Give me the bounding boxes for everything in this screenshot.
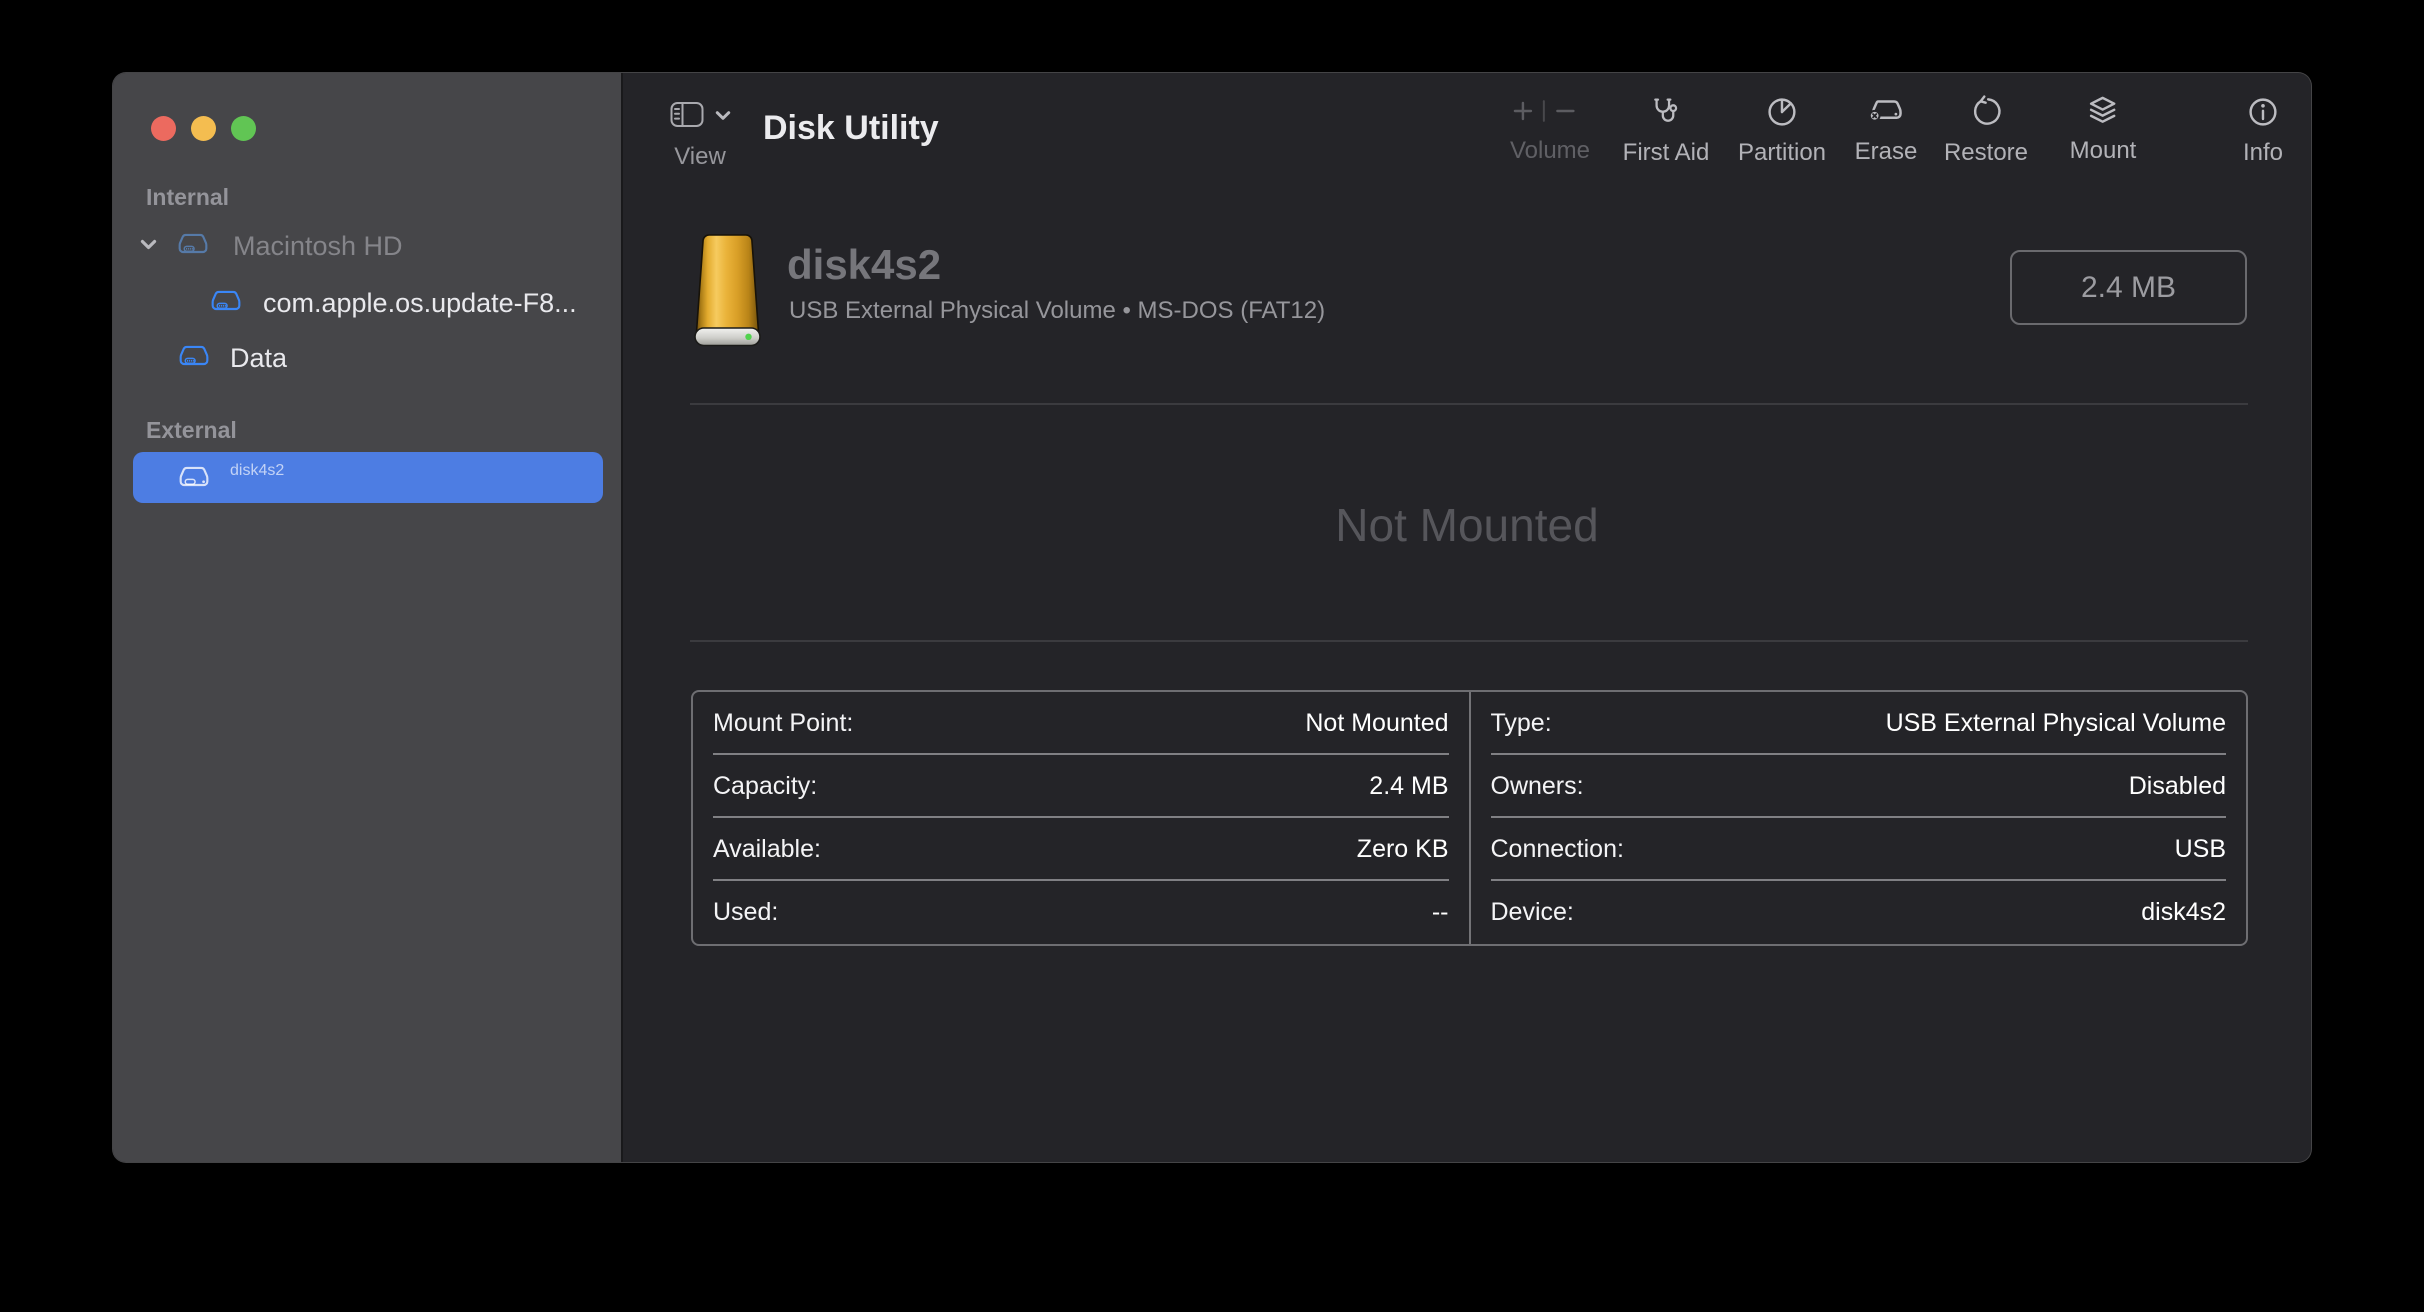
- detail-value: USB: [2175, 835, 2226, 864]
- close-button[interactable]: [151, 116, 176, 141]
- info-circle-icon: [2246, 95, 2280, 129]
- detail-row-device: Device: disk4s2: [1471, 881, 2247, 944]
- detail-label: Capacity:: [713, 772, 817, 801]
- detail-label: Connection:: [1491, 835, 1624, 864]
- sidebar-item-macintosh-hd[interactable]: Macintosh HD: [113, 220, 623, 272]
- detail-label: Owners:: [1491, 772, 1584, 801]
- volume-drive-icon: [178, 343, 210, 374]
- mount-button[interactable]: Mount: [2070, 95, 2137, 165]
- minimize-button[interactable]: [191, 116, 216, 141]
- toolbar-button-label: Erase: [1855, 138, 1918, 166]
- sidebar-item-label: disk4s2: [230, 462, 284, 480]
- sidebar-item-disk4s2[interactable]: disk4s2: [133, 452, 603, 503]
- stethoscope-icon: [1648, 95, 1684, 129]
- detail-label: Available:: [713, 835, 821, 864]
- detail-value: disk4s2: [2141, 898, 2226, 927]
- toolbar-button-label: Restore: [1944, 139, 2028, 167]
- disk-utility-window: Internal Macintosh HD: [113, 73, 2311, 1162]
- disclosure-chevron-icon[interactable]: [140, 237, 157, 255]
- detail-label: Mount Point:: [713, 709, 853, 738]
- divider: [690, 403, 2248, 405]
- mount-stack-icon: [2086, 95, 2120, 127]
- sidebar-section-external: External: [146, 417, 237, 444]
- sidebar-toggle-icon: [669, 99, 705, 134]
- detail-value: 2.4 MB: [1369, 772, 1448, 801]
- sidebar-item-label: Data: [230, 343, 287, 374]
- sidebar-section-internal: Internal: [146, 184, 229, 211]
- volume-details-table: Mount Point: Not Mounted Capacity: 2.4 M…: [691, 690, 2248, 946]
- volume-button-group[interactable]: Volume: [1508, 95, 1592, 165]
- external-drive-icon: [178, 464, 210, 495]
- volume-drive-icon: [210, 288, 242, 319]
- detail-row-connection: Connection: USB: [1471, 818, 2247, 881]
- detail-row-type: Type: USB External Physical Volume: [1471, 692, 2247, 755]
- window-title: Disk Utility: [763, 109, 939, 148]
- toolbar-button-label: Info: [2243, 139, 2283, 167]
- detail-row-available: Available: Zero KB: [693, 818, 1469, 881]
- traffic-lights: [151, 116, 256, 141]
- volume-title: disk4s2: [787, 241, 941, 289]
- external-drive-image: [692, 233, 763, 353]
- sidebar-item-label: Macintosh HD: [233, 231, 403, 262]
- restore-button[interactable]: Restore: [1944, 95, 2028, 167]
- volume-subtitle: USB External Physical Volume • MS-DOS (F…: [789, 297, 1325, 325]
- first-aid-button[interactable]: First Aid: [1623, 95, 1710, 167]
- detail-value: Disabled: [2129, 772, 2226, 801]
- erase-drive-icon: [1866, 95, 1906, 128]
- size-badge: 2.4 MB: [2010, 250, 2247, 325]
- toolbar-button-label: First Aid: [1623, 139, 1710, 167]
- info-button[interactable]: Info: [2243, 95, 2283, 167]
- add-volume-icon: [1508, 95, 1592, 127]
- partition-button[interactable]: Partition: [1738, 95, 1826, 167]
- detail-label: Type:: [1491, 709, 1552, 738]
- detail-value: Zero KB: [1357, 835, 1449, 864]
- view-button[interactable]: View: [669, 99, 731, 171]
- detail-label: Device:: [1491, 898, 1574, 927]
- internal-drive-icon: [177, 231, 209, 262]
- detail-row-capacity: Capacity: 2.4 MB: [693, 755, 1469, 818]
- details-left-column: Mount Point: Not Mounted Capacity: 2.4 M…: [693, 692, 1471, 944]
- view-button-label: View: [674, 143, 726, 171]
- detail-row-owners: Owners: Disabled: [1471, 755, 2247, 818]
- divider: [690, 640, 2248, 642]
- toolbar-button-label: Mount: [2070, 137, 2137, 165]
- toolbar-button-label: Partition: [1738, 139, 1826, 167]
- detail-value: USB External Physical Volume: [1886, 709, 2226, 738]
- sidebar-item-os-update[interactable]: com.apple.os.update-F8...: [113, 277, 623, 329]
- restore-arrow-icon: [1969, 95, 2003, 129]
- detail-label: Used:: [713, 898, 778, 927]
- sidebar-item-label: com.apple.os.update-F8...: [263, 288, 577, 319]
- erase-button[interactable]: Erase: [1855, 95, 1918, 166]
- mount-status-message: Not Mounted: [623, 498, 2311, 552]
- detail-value: Not Mounted: [1305, 709, 1448, 738]
- toolbar-button-label: Volume: [1510, 137, 1590, 165]
- sidebar-item-data[interactable]: Data: [113, 332, 623, 384]
- detail-row-used: Used: --: [693, 881, 1469, 944]
- details-right-column: Type: USB External Physical Volume Owner…: [1471, 692, 2247, 944]
- sidebar: Internal Macintosh HD: [113, 73, 623, 1162]
- detail-value: --: [1432, 898, 1449, 927]
- zoom-button[interactable]: [231, 116, 256, 141]
- pie-chart-icon: [1765, 95, 1799, 129]
- detail-row-mount-point: Mount Point: Not Mounted: [693, 692, 1469, 755]
- chevron-down-icon: [715, 108, 731, 126]
